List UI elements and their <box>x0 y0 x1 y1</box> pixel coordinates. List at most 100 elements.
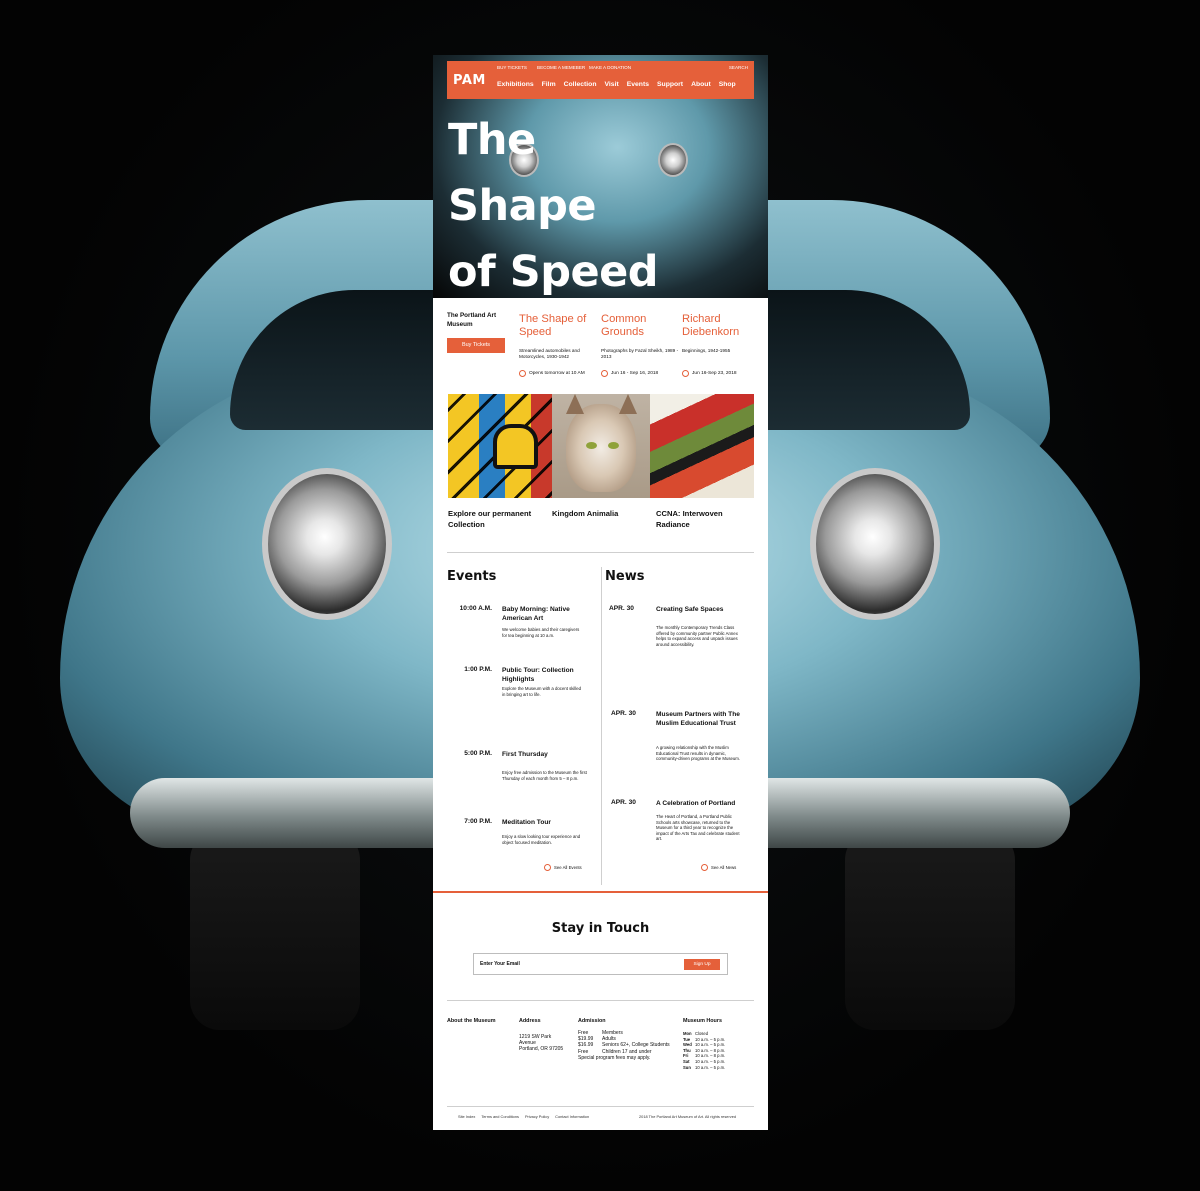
exhibition-title[interactable]: Common Grounds <box>601 313 679 343</box>
nav-about[interactable]: About <box>691 81 711 88</box>
clock-icon <box>519 370 526 377</box>
nav-film[interactable]: Film <box>542 81 556 88</box>
collection-image-native-art[interactable] <box>448 394 552 498</box>
hero: PAM BUY TICKETS BECOME A MEMEBER MAKE A … <box>433 55 768 298</box>
nav-visit[interactable]: Visit <box>604 81 618 88</box>
nav-support[interactable]: Support <box>657 81 683 88</box>
footer-link-site-index[interactable]: Site Index <box>458 1114 475 1119</box>
collection-image-lynx[interactable] <box>552 394 650 498</box>
see-all-events[interactable]: See All Events <box>544 864 582 871</box>
footer-divider <box>447 1000 754 1001</box>
utility-nav: BUY TICKETS BECOME A MEMEBER MAKE A DONA… <box>497 65 748 73</box>
car-tire-right <box>845 830 1015 1030</box>
hours-heading: Museum Hours <box>683 1018 722 1024</box>
event-title[interactable]: Baby Morning: Native American Art <box>502 605 584 623</box>
footer-link-privacy[interactable]: Privacy Policy <box>525 1114 549 1119</box>
exhibition-title[interactable]: Richard Diebenkorn <box>682 313 760 343</box>
lynx-ear <box>566 394 584 414</box>
event-time: 7:00 P.M. <box>464 818 492 825</box>
car-tire-left <box>190 830 360 1030</box>
hero-title: The Shape of Speed <box>448 107 748 298</box>
hours-day: Sun <box>683 1064 691 1070</box>
event-title[interactable]: Meditation Tour <box>502 818 584 827</box>
clock-icon <box>601 370 608 377</box>
news-date: APR. 30 <box>609 605 634 612</box>
see-all-events-label: See All Events <box>554 865 582 870</box>
hours-row: Sun 10 a.m. – 5 p.m. <box>683 1065 725 1071</box>
event-desc: Enjoy a slow looking tour experience and… <box>502 834 581 845</box>
top-nav: PAM BUY TICKETS BECOME A MEMEBER MAKE A … <box>447 61 754 99</box>
see-all-news-label: See All News <box>711 865 737 870</box>
event-time: 1:00 P.M. <box>464 666 492 673</box>
nav-collection[interactable]: Collection <box>564 81 597 88</box>
hours-time: 10 a.m. – 5 p.m. <box>695 1064 726 1070</box>
art-face-motif <box>493 424 538 469</box>
exhibition-date-text: Opens tomorrow at 10 AM <box>529 371 585 376</box>
news-desc: A growing relationship with the Muslim E… <box>656 745 741 762</box>
event-desc: We welcome babies and their caregivers f… <box>502 627 580 638</box>
sign-up-button[interactable]: Sign Up <box>684 959 720 970</box>
event-title[interactable]: Public Tour: Collection Highlights <box>502 666 588 684</box>
admission-block: Free Members $19.99 Adults $16.99 Seniors 6… <box>578 1030 670 1061</box>
search-link[interactable]: SEARCH <box>729 65 748 70</box>
about-museum-link[interactable]: About the Museum <box>447 1018 496 1024</box>
arrow-circle-icon <box>701 864 708 871</box>
email-input[interactable] <box>480 958 670 970</box>
news-desc: The Heart of Portland, a Portland Public… <box>656 814 740 842</box>
collection-caption[interactable]: Explore our permanent Collection <box>448 508 548 530</box>
exhibition-title[interactable]: The Shape of Speed <box>519 313 597 343</box>
news-title[interactable]: A Celebration of Portland <box>656 799 751 808</box>
hero-title-line: Shape <box>448 181 597 231</box>
news-title[interactable]: Creating Safe Spaces <box>656 605 746 614</box>
newsletter-title: Stay in Touch <box>551 921 650 936</box>
section-divider <box>447 552 754 553</box>
events-heading: Events <box>447 569 497 584</box>
admission-who: Children 17 and under <box>602 1048 652 1055</box>
collection-image-abstract[interactable] <box>650 394 754 498</box>
museum-name: The Portland Art Museum <box>447 312 497 328</box>
footer-link-contact[interactable]: Contact Information <box>555 1114 589 1119</box>
news-date: APR. 30 <box>611 799 636 806</box>
exhibition-date-text: Jun 16 - Sep 16, 2018 <box>611 371 659 376</box>
legal-divider <box>447 1106 754 1107</box>
footer-link-terms[interactable]: Terms and Conditions <box>481 1114 519 1119</box>
exhibition-desc: Photographs by Fazal Sheikh, 1989 - 2013 <box>601 348 679 359</box>
clock-icon <box>682 370 689 377</box>
address-heading: Address <box>519 1018 541 1024</box>
car-headlight-left <box>262 468 392 620</box>
arrow-circle-icon <box>544 864 551 871</box>
logo[interactable]: PAM <box>453 73 486 88</box>
news-title[interactable]: Museum Partners with The Muslim Educatio… <box>656 710 746 728</box>
lynx-ear <box>619 394 637 414</box>
donation-link[interactable]: MAKE A DONATION <box>589 65 631 70</box>
collection-caption[interactable]: Kingdom Animalia <box>552 508 647 519</box>
event-time: 5:00 P.M. <box>464 750 492 757</box>
buy-tickets-link[interactable]: BUY TICKETS <box>497 65 527 70</box>
collection-caption[interactable]: CCNA: Interwoven Radiance <box>656 508 751 530</box>
website-mockup: PAM BUY TICKETS BECOME A MEMEBER MAKE A … <box>433 55 768 1130</box>
exhibition-date: Jun 16-Sep 23, 2018 <box>682 370 760 377</box>
nav-events[interactable]: Events <box>627 81 649 88</box>
footer-links: Site Index Terms and Conditions Privacy … <box>458 1114 589 1119</box>
event-title[interactable]: First Thursday <box>502 750 584 759</box>
exhibition-card[interactable]: Richard Diebenkorn Beginnings, 1942-1955… <box>682 313 760 377</box>
exhibition-date: Opens tomorrow at 10 AM <box>519 370 597 377</box>
address-block: 1219 SW Park Avenue Portland, OR 97205 <box>519 1034 563 1053</box>
admission-heading: Admission <box>578 1018 606 1024</box>
exhibition-desc: Beginnings, 1942-1955 <box>682 348 731 353</box>
event-desc: Enjoy free admission to the Museum the f… <box>502 770 587 781</box>
section-rule <box>433 891 768 893</box>
featured-exhibitions: The Portland Art Museum Buy Tickets The … <box>433 298 768 388</box>
become-member-link[interactable]: BECOME A MEMEBER <box>537 65 585 70</box>
exhibition-card[interactable]: The Shape of Speed Streamlined automobil… <box>519 313 597 377</box>
lynx-eye <box>608 442 619 449</box>
exhibition-date: Jun 16 - Sep 16, 2018 <box>601 370 679 377</box>
hero-title-line: of Speed <box>448 247 659 297</box>
event-desc: Explore the Museum with a docent skilled… <box>502 686 582 697</box>
buy-tickets-button[interactable]: Buy Tickets <box>447 338 505 353</box>
nav-shop[interactable]: Shop <box>719 81 736 88</box>
exhibition-card[interactable]: Common Grounds Photographs by Fazal Shei… <box>601 313 679 377</box>
nav-exhibitions[interactable]: Exhibitions <box>497 81 534 88</box>
main-nav: Exhibitions Film Collection Visit Events… <box>497 81 736 88</box>
see-all-news[interactable]: See All News <box>701 864 736 871</box>
